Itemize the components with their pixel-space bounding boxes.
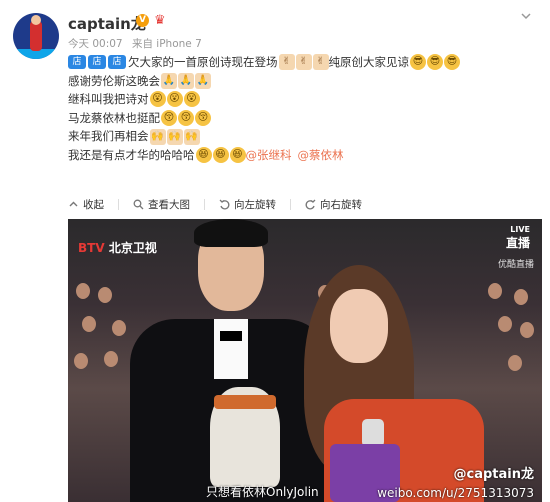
cool-face-icon: 😎 [444, 54, 460, 71]
post-line-6: 我还是有点才华的哈哈哈 😆 😆 😆 @张继科 @蔡依林 [68, 146, 538, 165]
bow-tie [220, 331, 242, 341]
crowd-face [488, 283, 502, 299]
laugh-face-icon: 😆 [195, 147, 212, 164]
view-large-label: 查看大图 [148, 198, 190, 211]
surprised-face-icon: 😮 [166, 91, 183, 108]
pray-hands-icon: 🙏 [161, 72, 177, 89]
crowd-face [520, 322, 534, 338]
cheer-hands-icon: 🙌 [183, 128, 200, 145]
rotate-right-button[interactable]: 向右旋转 [305, 197, 362, 212]
watermark-url: weibo.com/u/2751313073 [377, 486, 534, 500]
woman-face [330, 289, 388, 363]
cool-face-icon: 😎 [410, 54, 426, 71]
channel-prefix: BTV [78, 241, 105, 255]
post-line-4: 马龙蔡依林也挺配 😚 😚 😚 [68, 109, 538, 128]
bust-band [214, 395, 276, 409]
rotate-left-label: 向左旋转 [234, 198, 276, 211]
collapse-icon [69, 201, 78, 206]
surprised-face-icon: 😮 [183, 91, 200, 108]
post-source[interactable]: 来自 iPhone 7 [132, 38, 202, 50]
youku-label: 优酷直播 [497, 260, 534, 270]
post-line-2: 感谢劳伦斯这晚会 🙏 🙏 🙏 [68, 72, 538, 91]
post-line-text: 我还是有点才华的哈哈哈 [68, 147, 195, 162]
post-line-text: 感谢劳伦斯这晚会 [68, 73, 160, 88]
pray-hands-icon: 🙏 [178, 72, 194, 89]
divider [204, 198, 205, 210]
crowd-face [76, 283, 90, 299]
post-time[interactable]: 今天 00:07 [68, 38, 123, 50]
mention-link[interactable]: @张继科 [246, 146, 292, 165]
man-shirt [214, 319, 248, 379]
post-line-text: 纯原创大家见谅 [328, 55, 410, 69]
rock-hand-icon: ✌ [278, 54, 295, 71]
crowd-face [508, 355, 522, 371]
live-text: 直播 [505, 236, 530, 250]
pray-hands-icon: 🙏 [195, 72, 211, 89]
collapse-label: 收起 [83, 198, 104, 211]
rotate-left-button[interactable]: 向左旋转 [219, 197, 276, 212]
username[interactable]: captain龙 [68, 13, 146, 34]
tag-icon: 店 [68, 55, 86, 70]
post-line-text: 来年我们再相会 [68, 129, 149, 144]
divider [290, 198, 291, 210]
cheer-hands-icon: 🙌 [149, 128, 166, 145]
crowd-face [498, 316, 512, 332]
cheer-hands-icon: 🙌 [166, 128, 183, 145]
crowd-face [514, 289, 528, 305]
post-line-1: 店 店 店 欠大家的一首原创诗现在登场 ✌ ✌ ✌ 纯原创大家见谅 😎 😎 😎 [68, 53, 538, 72]
cool-face-icon: 😎 [427, 54, 443, 71]
avatar-head [31, 15, 41, 25]
divider [118, 198, 119, 210]
rotate-right-icon [305, 199, 316, 209]
crowd-face [82, 316, 96, 332]
level-badge-icon: ♛ [154, 13, 166, 28]
collapse-button[interactable]: 收起 [68, 197, 104, 212]
crowd-face [98, 287, 112, 303]
post-text: 店 店 店 欠大家的一首原创诗现在登场 ✌ ✌ ✌ 纯原创大家见谅 😎 😎 😎 … [68, 53, 538, 165]
view-large-button[interactable]: 查看大图 [133, 197, 190, 212]
watermark-user: @captain龙 [453, 467, 534, 482]
tag-icon: 店 [108, 55, 126, 70]
laugh-face-icon: 😆 [212, 147, 229, 164]
channel-logo: BTV 北京卫视 [78, 239, 157, 256]
crowd-face [104, 351, 118, 367]
live-tag: LIVE [510, 225, 530, 234]
avatar-figure [30, 21, 42, 51]
post-line-5: 来年我们再相会 🙌 🙌 🙌 [68, 127, 538, 146]
post-image[interactable]: BTV 北京卫视 LIVE 直播 优酷直播 @captain龙 只想看依林Onl… [68, 219, 542, 502]
watermark-left: 只想看依林OnlyJolin [206, 485, 319, 499]
chevron-down-icon[interactable] [520, 10, 532, 22]
rotate-left-icon [219, 199, 230, 209]
kiss-face-icon: 😚 [195, 110, 211, 127]
man-hair [194, 219, 268, 247]
image-toolbar: 收起 查看大图 向左旋转 向右旋转 [68, 194, 550, 214]
verified-badge-icon: V [136, 14, 149, 27]
post-line-text: 欠大家的一首原创诗现在登场 [128, 55, 278, 69]
surprised-face-icon: 😮 [149, 91, 166, 108]
post-line-3: 继科叫我把诗对 😮 😮 😮 [68, 90, 538, 109]
kiss-face-icon: 😚 [178, 110, 194, 127]
rock-hand-icon: ✌ [312, 54, 329, 71]
laugh-face-icon: 😆 [229, 147, 246, 164]
live-label: LIVE 直播 [505, 225, 530, 251]
rock-hand-icon: ✌ [295, 54, 312, 71]
zoom-icon [133, 199, 144, 209]
post-line-text: 马龙蔡依林也挺配 [68, 110, 160, 125]
bust-statue [210, 387, 280, 487]
crowd-face [74, 353, 88, 369]
post-meta: 今天 00:07 来自 iPhone 7 [68, 36, 208, 51]
mention-link[interactable]: @蔡依林 [298, 146, 344, 165]
rotate-right-label: 向右旋转 [320, 198, 362, 211]
post-line-text: 继科叫我把诗对 [68, 92, 149, 107]
microphone [362, 419, 384, 447]
kiss-face-icon: 😚 [161, 110, 177, 127]
channel-name: 北京卫视 [108, 241, 157, 255]
tag-icon: 店 [88, 55, 106, 70]
avatar[interactable] [13, 13, 59, 59]
